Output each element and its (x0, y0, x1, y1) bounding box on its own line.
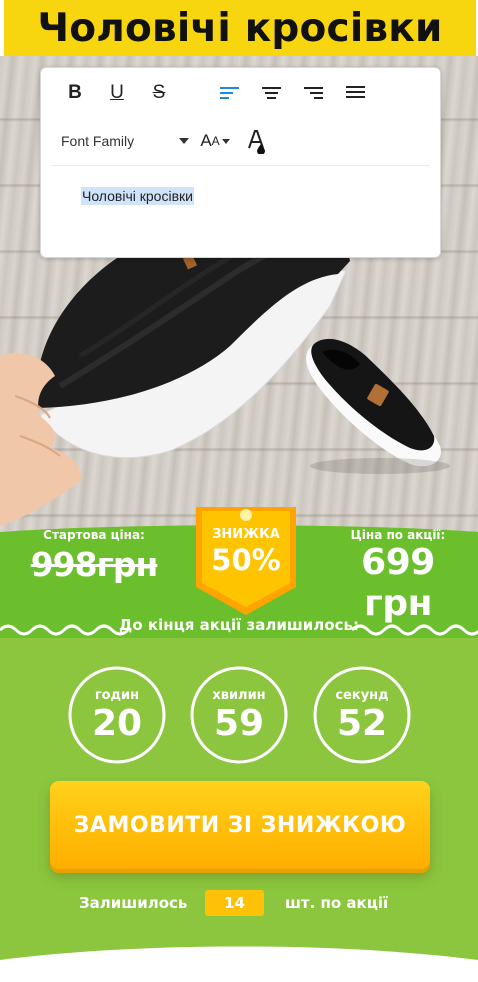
countdown-hours-label: годин (94, 688, 140, 703)
bold-button[interactable]: B (63, 81, 87, 105)
chevron-down-icon (221, 138, 230, 144)
font-family-value: Font Family (61, 133, 135, 149)
countdown-caption: До кінця акції залишилось: (119, 616, 359, 634)
countdown-minutes-label: хвилин (212, 688, 266, 703)
start-price-block: Стартова ціна: 998грн (8, 528, 180, 584)
chevron-down-icon (179, 138, 189, 144)
text-editor-popup: B U S Font Family AA Чоловічі кросівки (40, 67, 441, 258)
font-size-button[interactable]: AA (198, 130, 232, 152)
align-left-button[interactable] (218, 82, 242, 104)
order-discount-button[interactable]: ЗАМОВИТИ ЗІ ЗНИЖКОЮ (50, 781, 430, 869)
align-center-button[interactable] (260, 82, 284, 104)
bottom-curve (0, 946, 478, 982)
stock-row: Залишилось 14 шт. по акції (0, 890, 478, 918)
editor-content[interactable]: Чоловічі кросівки (81, 187, 194, 205)
align-right-button[interactable] (302, 82, 326, 104)
text-color-button[interactable] (246, 128, 266, 154)
align-right-icon (304, 87, 323, 99)
promo-price-label: Ціна по акції: (350, 528, 446, 542)
font-family-select[interactable]: Font Family (61, 130, 189, 152)
align-justify-button[interactable] (344, 82, 368, 104)
countdown-seconds: секунд 52 (312, 665, 412, 765)
font-size-small-label: A (211, 134, 220, 148)
align-center-icon (262, 87, 281, 99)
align-left-icon (220, 87, 239, 99)
countdown-hours-value: 20 (91, 703, 143, 744)
promo-price-value: 699 грн (361, 542, 435, 624)
stock-prefix: Залишилось (79, 894, 188, 912)
stock-suffix: шт. по акції (285, 894, 389, 912)
title-banner: Чоловічі кросівки (4, 0, 476, 56)
discount-label: ЗНИЖКА (212, 527, 280, 542)
strikethrough-button[interactable]: S (147, 81, 171, 105)
font-size-big-label: A (200, 131, 212, 150)
page-title: Чоловічі кросівки (37, 5, 443, 51)
countdown-minutes: хвилин 59 (189, 665, 289, 765)
countdown-hours: годин 20 (67, 665, 167, 765)
discount-badge: ЗНИЖКА 50% (188, 505, 304, 617)
start-price-value: 998грн (30, 545, 159, 584)
countdown-minutes-value: 59 (213, 703, 265, 744)
countdown-seconds-value: 52 (336, 703, 388, 744)
start-price-label: Стартова ціна: (43, 528, 145, 542)
underline-button[interactable]: U (105, 81, 129, 105)
promo-price-block: Ціна по акції: 699 грн (322, 528, 474, 624)
stock-count-badge: 14 (205, 890, 264, 916)
discount-value: 50% (211, 543, 281, 577)
align-justify-icon (346, 86, 365, 98)
editor-divider (51, 165, 430, 166)
text-color-icon (248, 130, 265, 154)
countdown-seconds-label: секунд (335, 688, 389, 703)
